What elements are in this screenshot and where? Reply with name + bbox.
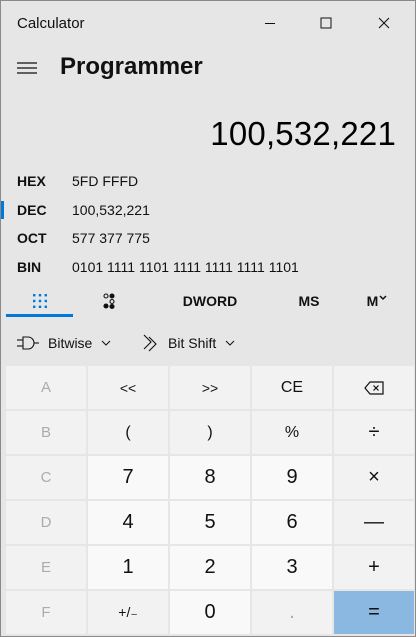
key-left-paren[interactable]: ( [88,411,168,454]
key-1[interactable]: 1 [88,546,168,589]
mode-title: Programmer [60,53,203,80]
radix-value: 5FD FFFD [72,173,139,189]
keypad-icon [32,294,47,308]
chevron-down-icon [225,340,235,346]
tab-bit-toggling-keypad[interactable] [75,285,142,317]
radix-label: BIN [17,259,42,275]
navigation-menu-button[interactable] [15,58,39,78]
key-decimal[interactable]: . [252,591,332,634]
key-right-paren[interactable]: ) [170,411,250,454]
minimize-button[interactable] [247,1,293,45]
radix-label: DEC [17,202,47,218]
key-a[interactable]: A [6,366,86,409]
key-2[interactable]: 2 [170,546,250,589]
keypad: A << >> CE B ( ) % ÷ C 7 8 9 × D 4 5 6 —… [6,366,414,634]
key-b[interactable]: B [6,411,86,454]
backspace-icon [364,380,384,395]
memory-menu-label: M [366,293,379,309]
radix-row-oct[interactable]: OCT 577 377 775 [1,224,415,252]
key-4[interactable]: 4 [88,501,168,544]
key-5[interactable]: 5 [170,501,250,544]
minimize-icon [265,23,275,24]
radix-row-dec[interactable]: DEC 100,532,221 [1,196,415,224]
selected-indicator [1,201,4,219]
radix-label: HEX [17,173,46,189]
key-f[interactable]: F [6,591,86,634]
active-tab-underline [6,314,73,317]
logic-gate-icon [17,335,39,351]
calculator-window: Calculator Programmer 100,532,221 HEX 5F… [0,0,416,637]
chevron-down-icon [379,295,387,301]
radix-value: 577 377 775 [72,230,150,246]
close-button[interactable] [361,1,407,45]
bit-shift-icon [141,333,159,353]
key-minus[interactable]: — [334,501,414,544]
radix-label: OCT [17,230,47,246]
radix-row-bin[interactable]: BIN 0101 1111 1101 1111 1111 1111 1101 [1,253,415,281]
bitshift-label: Bit Shift [168,335,217,351]
close-icon [378,17,390,29]
key-3[interactable]: 3 [252,546,332,589]
radix-value: 0101 1111 1101 1111 1111 1111 1101 [72,259,299,275]
title-bar: Calculator [1,1,415,45]
key-7[interactable]: 7 [88,456,168,499]
display-value: 100,532,221 [210,115,396,152]
key-multiply[interactable]: × [334,456,414,499]
key-negate[interactable]: +/₋ [88,591,168,634]
key-0[interactable]: 0 [170,591,250,634]
memory-store-button[interactable]: MS [273,285,345,317]
key-d[interactable]: D [6,501,86,544]
word-size-button[interactable]: DWORD [161,285,259,317]
bit-toggle-icon [102,293,115,310]
key-plus[interactable]: + [334,546,414,589]
key-c[interactable]: C [6,456,86,499]
maximize-button[interactable] [303,1,349,45]
memory-menu-button[interactable]: M [347,285,407,317]
key-left-shift[interactable]: << [88,366,168,409]
key-9[interactable]: 9 [252,456,332,499]
key-modulo[interactable]: % [252,411,332,454]
key-backspace[interactable] [334,366,414,409]
key-e[interactable]: E [6,546,86,589]
bitwise-dropdown[interactable]: Bitwise [17,329,111,357]
radix-row-hex[interactable]: HEX 5FD FFFD [1,167,415,195]
chevron-down-icon [101,340,111,346]
tab-full-keypad[interactable] [6,285,73,317]
key-right-shift[interactable]: >> [170,366,250,409]
maximize-icon [320,17,332,29]
bitshift-dropdown[interactable]: Bit Shift [141,329,235,357]
radix-value: 100,532,221 [72,202,150,218]
key-8[interactable]: 8 [170,456,250,499]
key-divide[interactable]: ÷ [334,411,414,454]
key-clear-entry[interactable]: CE [252,366,332,409]
hamburger-icon [17,62,37,74]
key-equals[interactable]: = [334,591,414,634]
key-6[interactable]: 6 [252,501,332,544]
bitwise-label: Bitwise [48,335,93,351]
app-title: Calculator [17,15,85,32]
